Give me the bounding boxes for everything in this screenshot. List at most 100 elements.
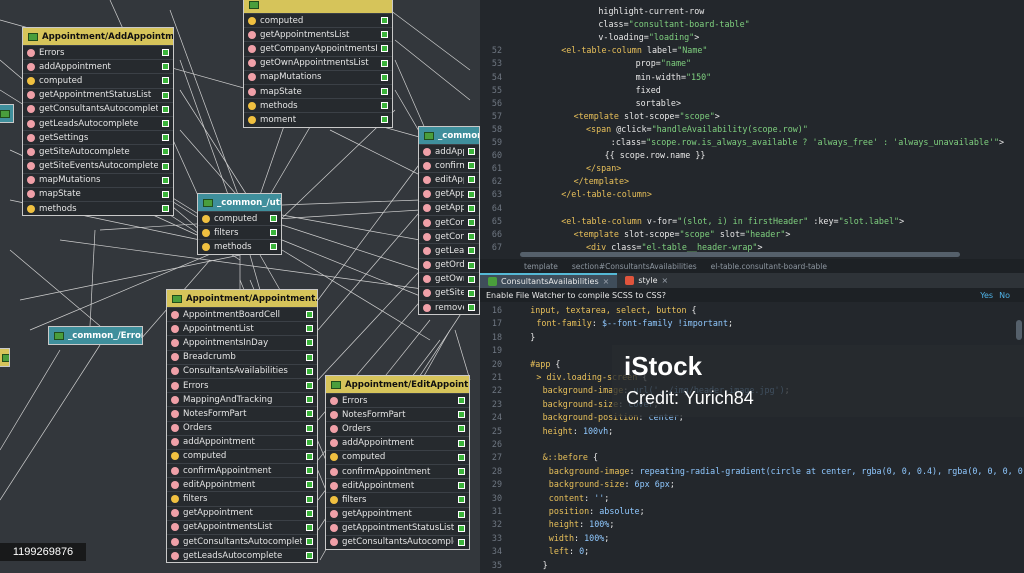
code-line[interactable]: 30 content: '';: [480, 493, 1024, 506]
connector-pin-icon[interactable]: [306, 452, 313, 460]
uml-member-row[interactable]: getLeadsAutocomplete: [167, 548, 317, 562]
connector-pin-icon[interactable]: [162, 120, 169, 128]
uml-member-row[interactable]: addAppointment: [23, 59, 173, 73]
uml-box-left1[interactable]: .ts: [0, 104, 14, 123]
code-text[interactable]: <span @click="handleAvailability(scope.r…: [586, 124, 808, 134]
uml-member-row[interactable]: getAppoir: [419, 200, 479, 215]
uml-member-row[interactable]: getOwnAppointmentsList: [244, 55, 392, 70]
uml-member-row[interactable]: getSiteEve: [419, 285, 479, 300]
uml-member-row[interactable]: getConsultantsAutocomplete: [23, 101, 173, 116]
uml-member-row[interactable]: moment: [244, 112, 392, 126]
uml-member-row[interactable]: Errors: [23, 45, 173, 59]
uml-member-row[interactable]: getConsultantsAutocomplete: [326, 534, 469, 549]
uml-member-row[interactable]: computed: [326, 449, 469, 464]
uml-member-row[interactable]: getCompa: [419, 214, 479, 229]
connector-pin-icon[interactable]: [458, 510, 465, 518]
code-text[interactable]: class="consultant-board-table": [598, 19, 749, 29]
uml-member-row[interactable]: getSiteAutocomplete: [23, 144, 173, 158]
code-line[interactable]: 18}: [480, 332, 1024, 345]
code-line[interactable]: 33 width: 100%;: [480, 533, 1024, 546]
code-line[interactable]: 25 height: 100vh;: [480, 426, 1024, 439]
uml-member-row[interactable]: editAppointment: [167, 477, 317, 491]
code-editor[interactable]: highlight-current-row class="consultant-b…: [480, 0, 1024, 573]
code-line[interactable]: 66 <template slot-scope="scope" slot="hea…: [480, 229, 1024, 242]
connector-pin-icon[interactable]: [306, 495, 313, 503]
uml-member-row[interactable]: getAppoir: [419, 186, 479, 201]
connector-pin-icon[interactable]: [468, 233, 475, 241]
code-text[interactable]: </el-table-column>: [561, 189, 652, 199]
uml-member-row[interactable]: NotesFormPart: [326, 407, 469, 421]
connector-pin-icon[interactable]: [458, 482, 465, 490]
connector-pin-icon[interactable]: [381, 116, 388, 124]
no-button[interactable]: No: [999, 291, 1010, 300]
code-text[interactable]: &::before {: [543, 452, 598, 462]
uml-member-row[interactable]: getLeadsAutocomplete: [23, 115, 173, 130]
connector-pin-icon[interactable]: [162, 49, 169, 57]
uml-member-row[interactable]: Errors: [326, 393, 469, 407]
code-text[interactable]: </template>: [574, 176, 629, 186]
code-text[interactable]: content: '';: [549, 493, 610, 503]
code-text[interactable]: }: [530, 332, 535, 342]
code-line[interactable]: 63 </el-table-column>: [480, 189, 1024, 202]
uml-member-row[interactable]: Errors: [167, 377, 317, 392]
uml-member-row[interactable]: computed: [23, 73, 173, 87]
connector-pin-icon[interactable]: [306, 353, 313, 361]
breadcrumb-item[interactable]: section#ConsultantsAvailabilities: [572, 262, 697, 271]
uml-box-title[interactable]: Appointment/AddAppointment.vue: [23, 28, 173, 45]
connector-pin-icon[interactable]: [458, 411, 465, 419]
connector-pin-icon[interactable]: [381, 88, 388, 96]
connector-pin-icon[interactable]: [306, 509, 313, 517]
code-line[interactable]: 62 </template>: [480, 176, 1024, 189]
uml-box-title[interactable]: Appointment/Appointment.vue: [167, 290, 317, 307]
uml-member-row[interactable]: computed: [198, 211, 281, 225]
uml-member-row[interactable]: getSettings: [23, 130, 173, 144]
uml-box-util[interactable]: _common_/util.js computed filters methods: [197, 193, 282, 255]
uml-member-row[interactable]: getSiteEventsAutocomplete: [23, 158, 173, 173]
uml-member-row[interactable]: NotesFormPart: [167, 406, 317, 420]
code-text[interactable]: fixed: [636, 85, 661, 95]
connector-pin-icon[interactable]: [381, 73, 388, 81]
connector-pin-icon[interactable]: [306, 481, 313, 489]
template-pane[interactable]: highlight-current-row class="consultant-b…: [480, 0, 1024, 259]
code-line[interactable]: 53 prop="name": [480, 58, 1024, 71]
uml-box-title[interactable]: ue: [0, 349, 9, 366]
editor-tab[interactable]: style ×: [617, 273, 676, 288]
uml-box-edit[interactable]: Appointment/EditAppointment.vue Errors Not…: [325, 375, 470, 551]
code-text[interactable]: min-width="150": [636, 72, 712, 82]
code-text[interactable]: <el-table-column label="Name": [561, 45, 707, 55]
connector-pin-icon[interactable]: [468, 190, 475, 198]
connector-pin-icon[interactable]: [458, 538, 465, 546]
connector-pin-icon[interactable]: [458, 496, 465, 504]
uml-member-row[interactable]: Orders: [167, 420, 317, 435]
uml-member-row[interactable]: confirmAppointment: [326, 463, 469, 478]
uml-box-title[interactable]: _common_/Errors.js: [49, 327, 142, 344]
code-text[interactable]: height: 100vh;: [543, 426, 614, 436]
code-line[interactable]: 58 <span @click="handleAvailability(scope…: [480, 124, 1024, 137]
connector-pin-icon[interactable]: [468, 275, 475, 283]
connector-pin-icon[interactable]: [306, 552, 313, 560]
code-line[interactable]: 17 font-family: $--font-family !important…: [480, 318, 1024, 331]
uml-member-row[interactable]: getConsultantsAutocomplete: [167, 534, 317, 548]
connector-pin-icon[interactable]: [468, 204, 475, 212]
uml-box-title[interactable]: Appointment/EditAppointment.vue: [326, 376, 469, 393]
uml-box-title[interactable]: .ts: [0, 105, 13, 122]
connector-pin-icon[interactable]: [458, 425, 465, 433]
uml-box-errors[interactable]: _common_/Errors.js: [48, 326, 143, 345]
code-line[interactable]: 59:class="scope.row.is_always_available …: [480, 137, 1024, 150]
code-text[interactable]: prop="name": [636, 58, 691, 68]
yes-button[interactable]: Yes: [980, 291, 993, 300]
uml-member-row[interactable]: Breadcrumb: [167, 349, 317, 364]
code-line[interactable]: 55 fixed: [480, 85, 1024, 98]
connector-pin-icon[interactable]: [162, 162, 169, 170]
connector-pin-icon[interactable]: [468, 247, 475, 255]
connector-pin-icon[interactable]: [162, 91, 169, 99]
code-line[interactable]: 26: [480, 439, 1024, 452]
code-line[interactable]: 28 background-image: repeating-radial-gra…: [480, 466, 1024, 479]
uml-box-title[interactable]: _common_/util.js: [198, 194, 281, 211]
code-text[interactable]: <template slot-scope="scope">: [574, 111, 720, 121]
uml-box-top[interactable]: computed getAppointmentsList getCompanyApp…: [243, 0, 393, 128]
uml-member-row[interactable]: computed: [167, 448, 317, 463]
code-text[interactable]: font-family: $--font-family !important;: [536, 318, 733, 328]
uml-member-row[interactable]: methods: [198, 239, 281, 253]
code-text[interactable]: v-loading="loading">: [598, 32, 699, 42]
